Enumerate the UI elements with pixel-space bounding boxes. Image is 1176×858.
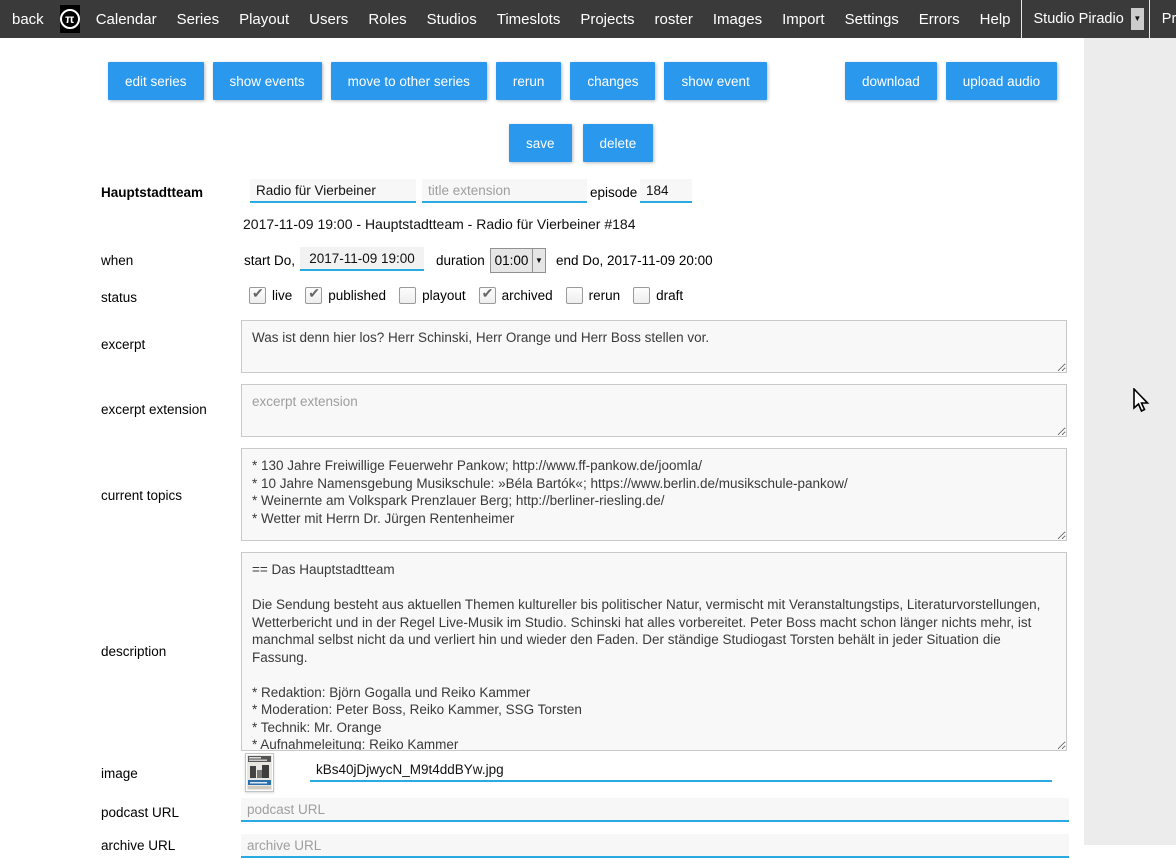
- status-live: live: [249, 287, 292, 304]
- start-datetime-input[interactable]: [300, 247, 424, 271]
- status-published: published: [305, 287, 386, 304]
- nav-timeslots[interactable]: Timeslots: [487, 0, 571, 38]
- podcast-url-label: podcast URL: [101, 805, 179, 820]
- status-rerun: rerun: [566, 287, 621, 304]
- image-label: image: [101, 766, 138, 781]
- image-thumbnail[interactable]: [245, 753, 274, 792]
- duration-label: duration: [436, 253, 485, 268]
- content-area: edit series show events move to other se…: [0, 38, 1176, 845]
- podcast-url-input[interactable]: [241, 798, 1069, 822]
- duration-select[interactable]: 01:00 ▼: [490, 248, 546, 273]
- nav-series[interactable]: Series: [167, 0, 230, 38]
- computed-title: 2017-11-09 19:00 - Hauptstadtteam - Radi…: [243, 216, 636, 232]
- status-draft: draft: [633, 287, 683, 304]
- nav-back[interactable]: back: [0, 0, 54, 38]
- nav-import[interactable]: Import: [772, 0, 835, 38]
- delete-button[interactable]: delete: [583, 124, 654, 162]
- duration-value: 01:00: [491, 253, 532, 268]
- description-label: description: [101, 644, 166, 659]
- excerpt-extension-label: excerpt extension: [101, 402, 207, 417]
- nav-roles[interactable]: Roles: [358, 0, 416, 38]
- archive-url-label: archive URL: [101, 838, 175, 853]
- status-checkbox-group: live published playout archived rerun dr…: [249, 287, 683, 304]
- nav-playout[interactable]: Playout: [229, 0, 299, 38]
- toolbar-center: save delete: [509, 124, 653, 162]
- nav-images[interactable]: Images: [703, 0, 772, 38]
- draft-label: draft: [656, 288, 683, 303]
- studio-select-value: Studio Piradio: [1034, 11, 1124, 27]
- download-button[interactable]: download: [845, 62, 937, 100]
- excerpt-extension-textarea[interactable]: [241, 384, 1067, 437]
- thumbnail-picture: [246, 754, 273, 791]
- title-input[interactable]: [250, 179, 416, 203]
- studio-select[interactable]: Studio Piradio ▼: [1021, 0, 1150, 38]
- nav-studios[interactable]: Studios: [417, 0, 487, 38]
- live-checkbox[interactable]: [249, 287, 266, 304]
- status-label: status: [101, 290, 137, 305]
- show-events-button[interactable]: show events: [213, 62, 322, 100]
- start-label: start Do,: [244, 253, 295, 268]
- episode-input[interactable]: [640, 179, 692, 203]
- published-label: published: [328, 288, 386, 303]
- image-filename-input[interactable]: [310, 758, 1052, 782]
- app-logo-icon[interactable]: π: [60, 5, 80, 33]
- status-playout: playout: [399, 287, 466, 304]
- live-label: live: [272, 288, 292, 303]
- current-topics-label: current topics: [101, 488, 182, 503]
- rerun-button[interactable]: rerun: [496, 62, 562, 100]
- project-select[interactable]: Project 88vier ▼: [1150, 0, 1176, 38]
- top-navbar: back π Calendar Series Playout Users Rol…: [0, 0, 1176, 38]
- nav-users[interactable]: Users: [299, 0, 358, 38]
- nav-settings[interactable]: Settings: [835, 0, 909, 38]
- nav-roster[interactable]: roster: [645, 0, 703, 38]
- right-margin-strip: [1084, 38, 1176, 845]
- nav-help[interactable]: Help: [970, 0, 1021, 38]
- series-name-label: Hauptstadtteam: [101, 185, 203, 200]
- changes-button[interactable]: changes: [570, 62, 655, 100]
- chevron-down-icon: ▼: [532, 249, 545, 272]
- published-checkbox[interactable]: [305, 287, 322, 304]
- nav-calendar[interactable]: Calendar: [86, 0, 167, 38]
- excerpt-textarea[interactable]: Was ist denn hier los? Herr Schinski, He…: [241, 320, 1067, 373]
- current-topics-textarea[interactable]: * 130 Jahre Freiwillige Feuerwehr Pankow…: [241, 448, 1067, 541]
- title-extension-input[interactable]: [422, 179, 587, 203]
- project-select-value: Project 88vier: [1162, 11, 1176, 27]
- playout-label: playout: [422, 288, 466, 303]
- toolbar-left: edit series show events move to other se…: [108, 62, 767, 100]
- draft-checkbox[interactable]: [633, 287, 650, 304]
- toolbar-right: download upload audio: [845, 62, 1057, 100]
- archive-url-input[interactable]: [241, 834, 1069, 858]
- end-label: end Do, 2017-11-09 20:00: [556, 253, 713, 268]
- move-to-other-series-button[interactable]: move to other series: [331, 62, 487, 100]
- show-event-button[interactable]: show event: [664, 62, 766, 100]
- archived-label: archived: [502, 288, 553, 303]
- excerpt-label: excerpt: [101, 337, 145, 352]
- episode-label: episode: [590, 185, 637, 200]
- status-archived: archived: [479, 287, 553, 304]
- rerun-label: rerun: [589, 288, 621, 303]
- nav-projects[interactable]: Projects: [570, 0, 644, 38]
- chevron-down-icon: ▼: [1131, 8, 1144, 30]
- nav-errors[interactable]: Errors: [909, 0, 970, 38]
- upload-audio-button[interactable]: upload audio: [946, 62, 1057, 100]
- edit-series-button[interactable]: edit series: [108, 62, 204, 100]
- when-label: when: [101, 253, 133, 268]
- rerun-checkbox[interactable]: [566, 287, 583, 304]
- save-button[interactable]: save: [509, 124, 572, 162]
- archived-checkbox[interactable]: [479, 287, 496, 304]
- playout-checkbox[interactable]: [399, 287, 416, 304]
- description-textarea[interactable]: == Das Hauptstadtteam Die Sendung besteh…: [241, 552, 1067, 751]
